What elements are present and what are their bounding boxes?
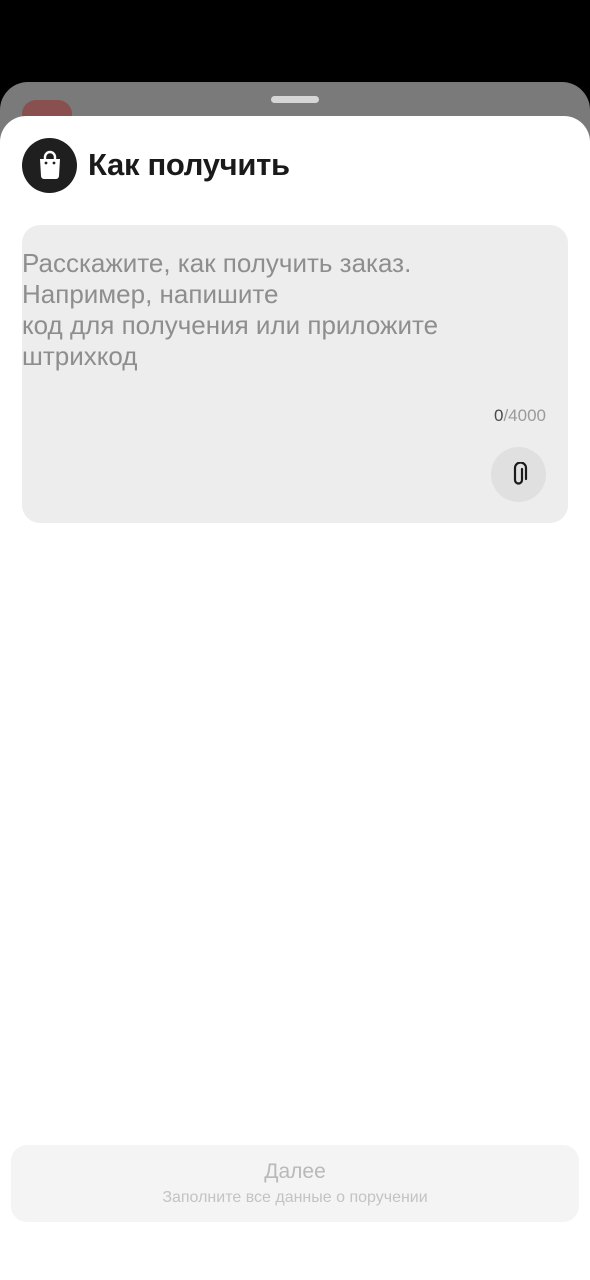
screen: Как получить 0/4000 Расскажите, как полу… bbox=[0, 0, 590, 1280]
next-button[interactable]: Далее Заполните все данные о поручении bbox=[11, 1145, 579, 1222]
char-counter-max: /4000 bbox=[503, 406, 546, 425]
next-button-hint: Заполните все данные о поручении bbox=[162, 1188, 428, 1206]
placeholder-line: Расскажите, как получить заказ. bbox=[22, 248, 412, 278]
sheet-title: Как получить bbox=[88, 147, 290, 182]
attach-button[interactable] bbox=[491, 447, 546, 502]
shopping-bag-icon bbox=[22, 137, 77, 193]
input-placeholder: Расскажите, как получить заказ. Например… bbox=[22, 248, 532, 372]
placeholder-line: Например, напишите bbox=[22, 279, 279, 309]
placeholder-line: код для получения или приложите bbox=[22, 310, 439, 340]
sheet-header: Как получить bbox=[22, 137, 290, 193]
placeholder-line: штрихкод bbox=[22, 341, 138, 371]
paperclip-icon bbox=[513, 461, 527, 485]
bottom-sheet: Как получить 0/4000 Расскажите, как полу… bbox=[0, 116, 590, 1280]
char-counter: 0/4000 bbox=[494, 406, 546, 426]
sheet-grabber[interactable] bbox=[271, 96, 319, 103]
next-button-label: Далее bbox=[264, 1159, 326, 1183]
